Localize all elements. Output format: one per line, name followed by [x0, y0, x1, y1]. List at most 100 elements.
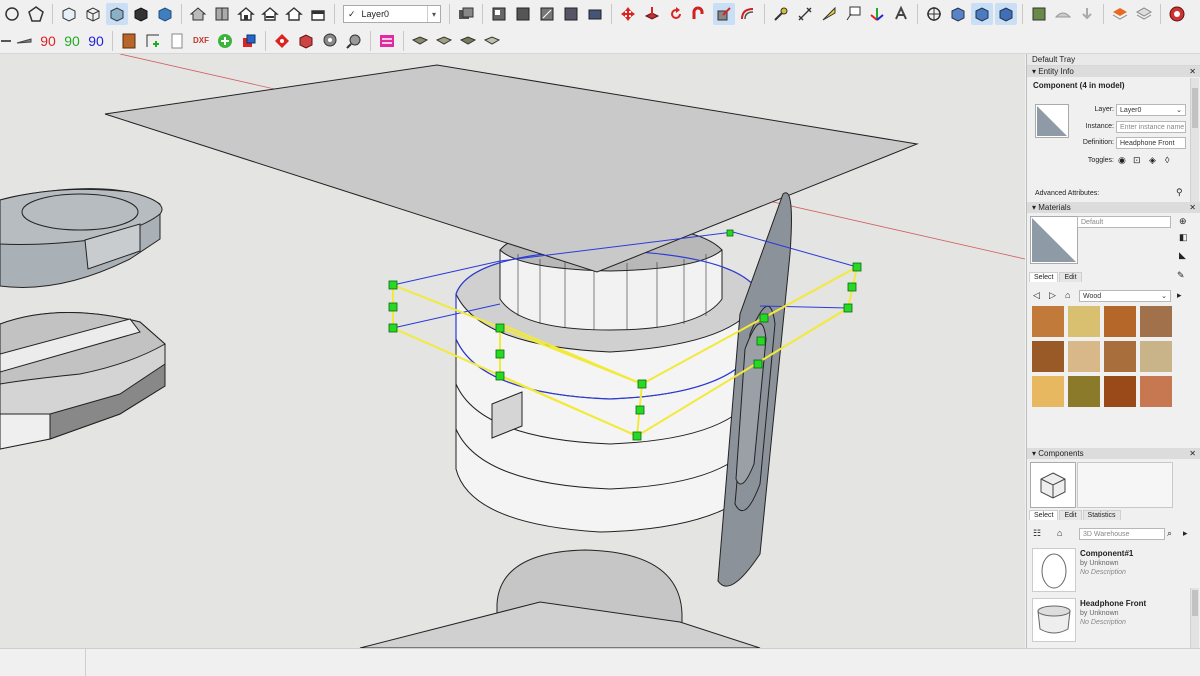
- section-fill-icon[interactable]: [512, 3, 534, 25]
- top-plate[interactable]: [104, 64, 919, 273]
- definition-input[interactable]: Headphone Front: [1116, 137, 1186, 149]
- lock-icon[interactable]: ⊡: [1133, 155, 1141, 166]
- material-swatch[interactable]: [1068, 306, 1100, 337]
- component-search-input[interactable]: 3D Warehouse: [1079, 528, 1165, 540]
- eye-icon[interactable]: ◉: [1118, 155, 1126, 166]
- material-swatch[interactable]: [1140, 341, 1172, 372]
- magenta-stack-icon[interactable]: [376, 30, 398, 52]
- layer-dropdown[interactable]: ✓ Layer0 ▾: [343, 5, 441, 23]
- right-view-icon[interactable]: [259, 3, 281, 25]
- polygon-icon[interactable]: [25, 3, 47, 25]
- download-icon[interactable]: [1076, 3, 1098, 25]
- pan-icon[interactable]: [947, 3, 969, 25]
- scale-icon[interactable]: [713, 3, 735, 25]
- search-icon[interactable]: ⌕: [1167, 528, 1172, 539]
- components-scrollbar[interactable]: [1190, 588, 1199, 648]
- components-tab-edit[interactable]: Edit: [1059, 510, 1082, 520]
- material-3d-icon[interactable]: ◧: [1179, 232, 1188, 243]
- material-swatch[interactable]: [1032, 306, 1064, 337]
- red-box-icon[interactable]: [295, 30, 317, 52]
- model-viewport[interactable]: [0, 54, 1025, 648]
- rotate-icon[interactable]: [665, 3, 687, 25]
- list-item[interactable]: Headphone Front by Unknown No Descriptio…: [1032, 598, 1192, 646]
- page-icon[interactable]: [166, 30, 188, 52]
- details-arrow-icon[interactable]: ▸: [1183, 528, 1188, 539]
- home-icon[interactable]: ⌂: [1065, 290, 1070, 300]
- tape-measure-icon[interactable]: [770, 3, 792, 25]
- material-swatch[interactable]: [1032, 341, 1064, 372]
- material-swatch[interactable]: [1140, 376, 1172, 407]
- materials-header[interactable]: ▾ Materials ✕: [1027, 202, 1200, 213]
- rotate-y-value[interactable]: 90: [60, 33, 84, 49]
- extension-tool-3-icon[interactable]: [457, 30, 479, 52]
- material-swatch[interactable]: [1068, 376, 1100, 407]
- shaded-style-icon[interactable]: [106, 3, 128, 25]
- material-swatch[interactable]: [1104, 341, 1136, 372]
- dimension-icon[interactable]: [794, 3, 816, 25]
- left-puck-top[interactable]: [0, 188, 163, 288]
- status-geolocation-cell[interactable]: [0, 649, 86, 676]
- create-material-icon[interactable]: ⊕: [1179, 216, 1187, 227]
- left-view-icon[interactable]: [307, 3, 329, 25]
- styles-icon[interactable]: [1133, 3, 1155, 25]
- entity-info-scrollbar[interactable]: [1190, 78, 1199, 206]
- pin-icon[interactable]: ⚲: [1176, 187, 1183, 198]
- close-icon[interactable]: ✕: [1189, 448, 1196, 459]
- push-pull-icon[interactable]: [641, 3, 663, 25]
- eyedropper-icon[interactable]: ✎: [1177, 270, 1185, 281]
- section-cuts-icon[interactable]: [536, 3, 558, 25]
- follow-me-icon[interactable]: [689, 3, 711, 25]
- cast-shadow-icon[interactable]: ◈: [1149, 155, 1156, 166]
- axes-icon[interactable]: [866, 3, 888, 25]
- close-icon[interactable]: ✕: [1189, 202, 1196, 213]
- orbit-icon[interactable]: [923, 3, 945, 25]
- front-view-icon[interactable]: [235, 3, 257, 25]
- extension-tool-2-icon[interactable]: [433, 30, 455, 52]
- close-icon[interactable]: ✕: [1189, 66, 1196, 77]
- sandbox-icon[interactable]: [1052, 3, 1074, 25]
- circle-icon[interactable]: [1, 3, 23, 25]
- window-tile-icon[interactable]: [238, 30, 260, 52]
- forward-arrow-icon[interactable]: ▷: [1049, 290, 1056, 301]
- back-arrow-icon[interactable]: ◁: [1033, 290, 1040, 301]
- list-item[interactable]: Component#1 by Unknown No Description: [1032, 548, 1192, 596]
- material-swatch[interactable]: [1032, 376, 1064, 407]
- knife-icon[interactable]: [13, 30, 35, 52]
- home-icon[interactable]: ⌂: [1057, 528, 1062, 538]
- protractor-icon[interactable]: [818, 3, 840, 25]
- 3d-text-icon[interactable]: [890, 3, 912, 25]
- search-lens-icon[interactable]: [343, 30, 365, 52]
- material-swatch[interactable]: [1068, 341, 1100, 372]
- rotate-z-value[interactable]: 90: [84, 33, 108, 49]
- material-box-icon[interactable]: [118, 30, 140, 52]
- monochrome-style-icon[interactable]: [130, 3, 152, 25]
- iso-view-icon[interactable]: [187, 3, 209, 25]
- extension-tool-1-icon[interactable]: [409, 30, 431, 52]
- receive-shadow-icon[interactable]: ◊: [1165, 155, 1169, 165]
- section-plane-icon[interactable]: [488, 3, 510, 25]
- offset-icon[interactable]: [737, 3, 759, 25]
- zoom-icon[interactable]: [971, 3, 993, 25]
- scenes-icon[interactable]: [455, 3, 477, 25]
- details-arrow-icon[interactable]: ▸: [1177, 290, 1182, 301]
- add-plus-icon[interactable]: [214, 30, 236, 52]
- add-arc-icon[interactable]: [142, 30, 164, 52]
- camera-position-icon[interactable]: [584, 3, 606, 25]
- bottom-part[interactable]: [359, 549, 761, 648]
- material-swatch[interactable]: [1104, 376, 1136, 407]
- material-swatch[interactable]: [1104, 306, 1136, 337]
- xray-style-icon[interactable]: [58, 3, 80, 25]
- zoom-extents-icon[interactable]: [995, 3, 1017, 25]
- wireframe-style-icon[interactable]: [82, 3, 104, 25]
- left-block-lower[interactable]: [0, 311, 166, 450]
- components-tab-statistics[interactable]: Statistics: [1082, 510, 1121, 520]
- sample-paint-icon[interactable]: ◣: [1179, 250, 1186, 261]
- materials-tab-select[interactable]: Select: [1029, 272, 1059, 282]
- view-options-icon[interactable]: ☷: [1033, 528, 1041, 539]
- display-section-icon[interactable]: [560, 3, 582, 25]
- top-view-icon[interactable]: [211, 3, 233, 25]
- edge-tool-icon[interactable]: [1, 30, 11, 52]
- add-location-icon[interactable]: [1028, 3, 1050, 25]
- materials-tab-edit[interactable]: Edit: [1059, 272, 1082, 282]
- shaded-textures-style-icon[interactable]: [154, 3, 176, 25]
